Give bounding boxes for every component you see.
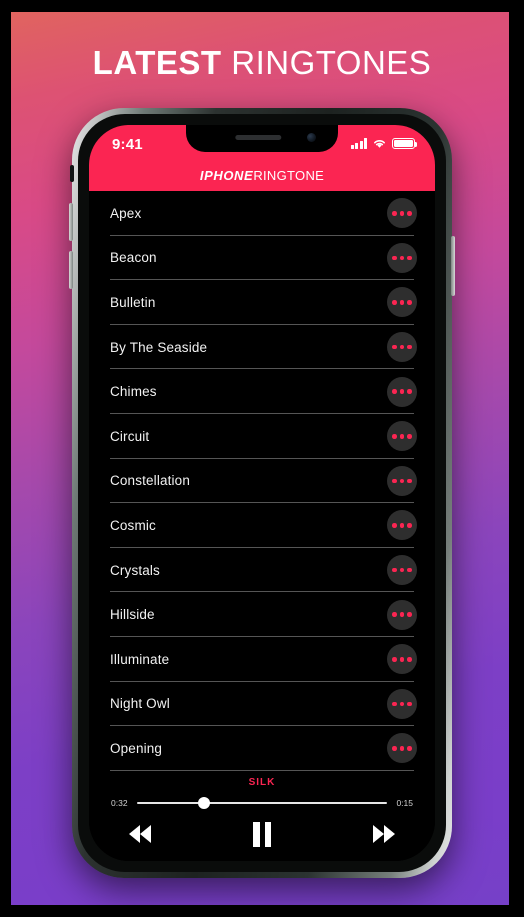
more-options-icon[interactable] [387,599,417,630]
phone-notch [186,125,338,152]
progress-slider[interactable] [136,796,388,810]
more-options-icon[interactable] [387,198,417,229]
pause-icon-bar-right [264,821,271,847]
power-button[interactable] [451,236,455,296]
ringtone-name: Bulletin [110,294,156,310]
rewind-button[interactable] [129,825,151,844]
progress-row: 0:32 0:15 [89,796,435,810]
app-title-bold: IPHONE [199,168,254,183]
battery-full-icon [392,138,418,149]
fast-forward-icon-second [384,825,395,844]
more-options-icon[interactable] [387,510,417,541]
iphone-device-mockup: 9:41 IPHONERINGTONE Apex Beacon Bulletin… [69,108,455,878]
ringtone-name: Night Owl [110,696,170,712]
progress-track [136,801,388,804]
progress-thumb[interactable] [198,796,211,809]
list-item[interactable]: Constellation [89,459,435,504]
audio-player: SILK 0:32 0:15 [89,770,435,861]
ringtone-name: Chimes [110,384,157,400]
more-options-icon[interactable] [387,242,417,273]
list-item[interactable]: Circuit [89,414,435,459]
page-title-light: RINGTONES [221,44,432,81]
more-options-icon[interactable] [387,465,417,496]
status-icons [350,138,418,149]
more-options-icon[interactable] [387,644,417,675]
app-title: IPHONERINGTONE [89,165,435,183]
list-item[interactable]: Bulletin [89,280,435,325]
status-time: 9:41 [112,136,143,153]
volume-down-button[interactable] [69,251,73,289]
ringtone-name: Beacon [110,250,157,266]
pause-button[interactable] [253,821,271,847]
ringtone-name: Hillside [110,607,155,623]
page-title: LATEST RINGTONES [0,44,524,82]
ringtone-name: Apex [110,205,142,221]
more-options-icon[interactable] [387,733,417,764]
more-options-icon[interactable] [387,555,417,586]
list-item[interactable]: Cosmic [89,503,435,548]
fast-forward-icon [373,825,384,844]
app-top-bar: 9:41 IPHONERINGTONE [89,125,435,191]
fast-forward-button[interactable] [373,825,395,844]
rewind-icon-second [140,825,151,844]
list-item[interactable]: Opening [89,726,435,771]
app-title-light: RINGTONE [253,168,325,183]
elapsed-time: 0:32 [111,797,128,808]
list-item[interactable]: Chimes [89,369,435,414]
screenshot-root: LATEST RINGTONES 9:41 IPHONERINGTONE Ape… [0,0,524,917]
silent-switch[interactable] [70,165,74,182]
list-item[interactable]: Apex [89,191,435,236]
more-options-icon[interactable] [387,332,417,363]
ringtone-name: Crystals [110,562,160,578]
phone-bezel: 9:41 IPHONERINGTONE Apex Beacon Bulletin… [78,114,446,872]
more-options-icon[interactable] [387,421,417,452]
list-item[interactable]: Crystals [89,548,435,593]
cellular-bars-icon [350,138,367,149]
list-item[interactable]: By The Seaside [89,325,435,370]
phone-screen: 9:41 IPHONERINGTONE Apex Beacon Bulletin… [89,125,435,861]
list-item[interactable]: Beacon [89,236,435,281]
page-title-bold: LATEST [92,44,222,81]
ringtone-name: By The Seaside [110,339,208,355]
wifi-icon [374,140,385,148]
pause-icon-bar-left [253,821,260,847]
remaining-time: 0:15 [396,797,413,808]
ringtone-name: Cosmic [110,517,156,533]
ringtone-list[interactable]: Apex Beacon Bulletin By The Seaside Chimes Ci… [89,191,435,771]
ringtone-name: Circuit [110,428,150,444]
ringtone-name: Constellation [110,473,190,489]
more-options-icon[interactable] [387,688,417,719]
now-playing-title: SILK [248,776,276,788]
list-item[interactable]: Night Owl [89,682,435,727]
more-options-icon[interactable] [387,287,417,318]
front-camera-icon [307,133,316,142]
rewind-icon [129,825,140,844]
ringtone-name: Illuminate [110,651,170,667]
volume-up-button[interactable] [69,203,73,241]
list-item[interactable]: Hillside [89,592,435,637]
list-item[interactable]: Illuminate [89,637,435,682]
speaker-grille-icon [235,135,282,140]
ringtone-name: Opening [110,740,163,756]
more-options-icon[interactable] [387,376,417,407]
playback-controls [89,810,435,847]
